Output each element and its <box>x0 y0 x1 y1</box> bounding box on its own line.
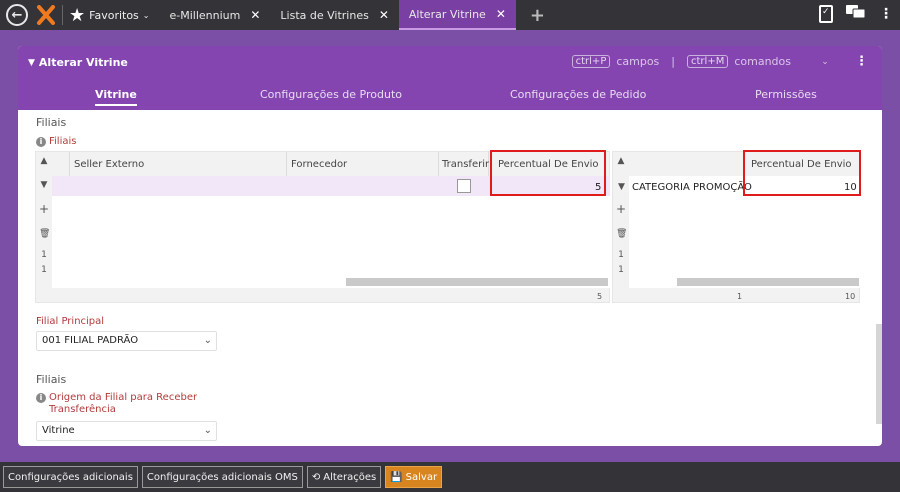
favorites-menu[interactable]: ★ Favoritos ⌄ <box>69 5 150 26</box>
trash-icon[interactable]: 🗑 <box>39 229 50 239</box>
tab-permissoes[interactable]: Permissões <box>755 88 817 101</box>
page-mark: 1 <box>41 265 47 275</box>
tab-label: Alterar Vitrine <box>408 7 486 21</box>
panel-menu-icon[interactable]: ⋮ <box>855 54 868 69</box>
tab-e-millennium[interactable]: e-Millennium ✕ <box>160 0 271 30</box>
origem-filial-label: i Origem da Filial para Receber Transfer… <box>36 392 206 416</box>
divider <box>62 5 63 25</box>
config-adicionais-button[interactable]: Configurações adicionais <box>3 466 138 488</box>
button-label: Salvar <box>405 471 438 483</box>
row-expand-icon[interactable]: ▼ <box>39 180 49 190</box>
tab-label: e-Millennium <box>169 8 241 22</box>
add-row-icon[interactable]: + <box>616 202 626 216</box>
info-icon[interactable]: i <box>36 137 46 147</box>
main-frame: ▼ Alterar Vitrine ctrl+P campos | ctrl+M… <box>0 30 900 462</box>
panel-tabs: Vitrine Configurações de Produto Configu… <box>18 84 882 110</box>
config-adicionais-oms-button[interactable]: Configurações adicionais OMS <box>141 466 303 488</box>
trash-icon[interactable]: 🗑 <box>616 229 627 239</box>
close-icon[interactable]: ✕ <box>250 8 260 22</box>
filial-principal-select[interactable]: 001 FILIAL PADRÃO ⌄ <box>36 331 217 351</box>
button-label: Configurações adicionais <box>8 471 133 483</box>
chat-icon[interactable] <box>845 4 867 24</box>
back-icon[interactable]: ← <box>6 4 28 26</box>
add-tab-icon[interactable]: + <box>530 5 545 26</box>
shortcut-separator: | <box>671 55 676 68</box>
more-options-icon[interactable]: ⋮ <box>879 6 893 22</box>
add-row-icon[interactable]: + <box>39 202 49 216</box>
row-expand-icon[interactable]: ▼ <box>618 182 625 192</box>
horizontal-scrollbar[interactable] <box>346 278 608 286</box>
collapse-caret-icon[interactable]: ▼ <box>28 58 35 68</box>
button-label: Alterações <box>323 471 377 483</box>
filiais-label-text: Filiais <box>49 136 77 147</box>
footer-count: 1 <box>737 292 743 301</box>
top-bar: ← ★ Favoritos ⌄ e-Millennium ✕ Lista de … <box>0 0 900 30</box>
tab-lista-de-vitrines[interactable]: Lista de Vitrines ✕ <box>270 0 398 30</box>
tab-configuracoes-pedido[interactable]: Configurações de Pedido <box>510 88 646 101</box>
chevron-down-icon: ⌄ <box>203 425 212 436</box>
footer-total: 5 <box>597 292 603 301</box>
categoria-grid: ▲ + 🗑 1 1 ▼ Percentual De Envio CATEGORI… <box>612 150 861 303</box>
section-title-filiais-2: Filiais <box>36 373 67 386</box>
page-mark: 1 <box>618 265 624 275</box>
origem-filial-value: Vitrine <box>42 425 75 436</box>
save-button[interactable]: 💾 Salvar <box>385 466 443 488</box>
page-mark: 1 <box>41 250 47 260</box>
sort-up-icon[interactable]: ▲ <box>39 156 49 166</box>
shortcut-search[interactable]: ctrl+P campos | ctrl+M comandos ⌄ ⋮ <box>571 54 868 69</box>
commands-shortcut-key: ctrl+M <box>687 55 729 68</box>
logo-icon <box>34 3 58 27</box>
section-title-filiais: Filiais <box>36 116 67 129</box>
transferir-checkbox[interactable] <box>457 179 471 193</box>
tab-vitrine[interactable]: Vitrine <box>95 88 137 106</box>
panel-content: Filiais i Filiais ▲ ▼ + 🗑 1 1 Seller Ext… <box>18 110 882 446</box>
filial-principal-label: Filial Principal <box>36 316 105 327</box>
origem-filial-select[interactable]: Vitrine ⌄ <box>36 421 217 441</box>
button-label: Configurações adicionais OMS <box>146 471 298 483</box>
fields-shortcut-label: campos <box>616 55 660 68</box>
save-icon: 💾 <box>390 471 403 483</box>
info-icon[interactable]: i <box>36 393 46 403</box>
vertical-scrollbar[interactable] <box>876 324 882 424</box>
tab-alterar-vitrine[interactable]: Alterar Vitrine ✕ <box>398 0 516 30</box>
fields-shortcut-key: ctrl+P <box>571 55 611 68</box>
form-panel: ▼ Alterar Vitrine ctrl+P campos | ctrl+M… <box>18 46 882 446</box>
panel-title[interactable]: ▼ Alterar Vitrine <box>28 56 128 69</box>
panel-header: ▼ Alterar Vitrine ctrl+P campos | ctrl+M… <box>18 46 882 110</box>
panel-title-text: Alterar Vitrine <box>38 56 128 69</box>
clipboard-check-icon[interactable] <box>819 5 833 23</box>
filiais-grid: ▲ ▼ + 🗑 1 1 Seller Externo Fornecedor Tr… <box>35 150 610 303</box>
close-icon[interactable]: ✕ <box>379 8 389 22</box>
horizontal-scrollbar[interactable] <box>677 278 859 286</box>
page-mark: 1 <box>618 250 624 260</box>
highlight-box <box>743 150 861 196</box>
col-header-transferir[interactable]: Transferir <box>442 159 489 170</box>
bottom-toolbar: Configurações adicionais Configurações a… <box>0 462 900 492</box>
filial-principal-value: 001 FILIAL PADRÃO <box>42 335 139 346</box>
sort-up-icon[interactable]: ▲ <box>616 156 626 166</box>
filiais-required-label: i Filiais <box>36 136 76 148</box>
categoria-cell[interactable]: CATEGORIA PROMOÇÃO <box>632 182 752 193</box>
footer-total: 10 <box>845 292 856 301</box>
col-header-fornecedor[interactable]: Fornecedor <box>291 159 347 170</box>
favorites-label: Favoritos <box>89 8 139 22</box>
origem-filial-label-text: Origem da Filial para Receber Transferên… <box>49 392 198 415</box>
history-icon: ⟲ <box>311 471 321 483</box>
tab-label: Lista de Vitrines <box>280 8 369 22</box>
chevron-down-icon: ⌄ <box>142 10 150 20</box>
alteracoes-button[interactable]: ⟲ Alterações <box>306 466 382 488</box>
highlight-box <box>490 150 606 196</box>
chevron-down-icon: ⌄ <box>203 335 212 346</box>
grid-side-toolbar: ▲ + 🗑 1 1 <box>613 152 629 302</box>
col-header-seller-externo[interactable]: Seller Externo <box>74 159 144 170</box>
chevron-down-icon[interactable]: ⌄ <box>817 57 833 67</box>
star-icon: ★ <box>69 4 86 26</box>
tab-configuracoes-produto[interactable]: Configurações de Produto <box>260 88 402 101</box>
grid-side-toolbar: ▲ ▼ + 🗑 1 1 <box>36 152 52 302</box>
close-icon[interactable]: ✕ <box>496 7 506 21</box>
commands-shortcut-label: comandos <box>734 55 791 68</box>
